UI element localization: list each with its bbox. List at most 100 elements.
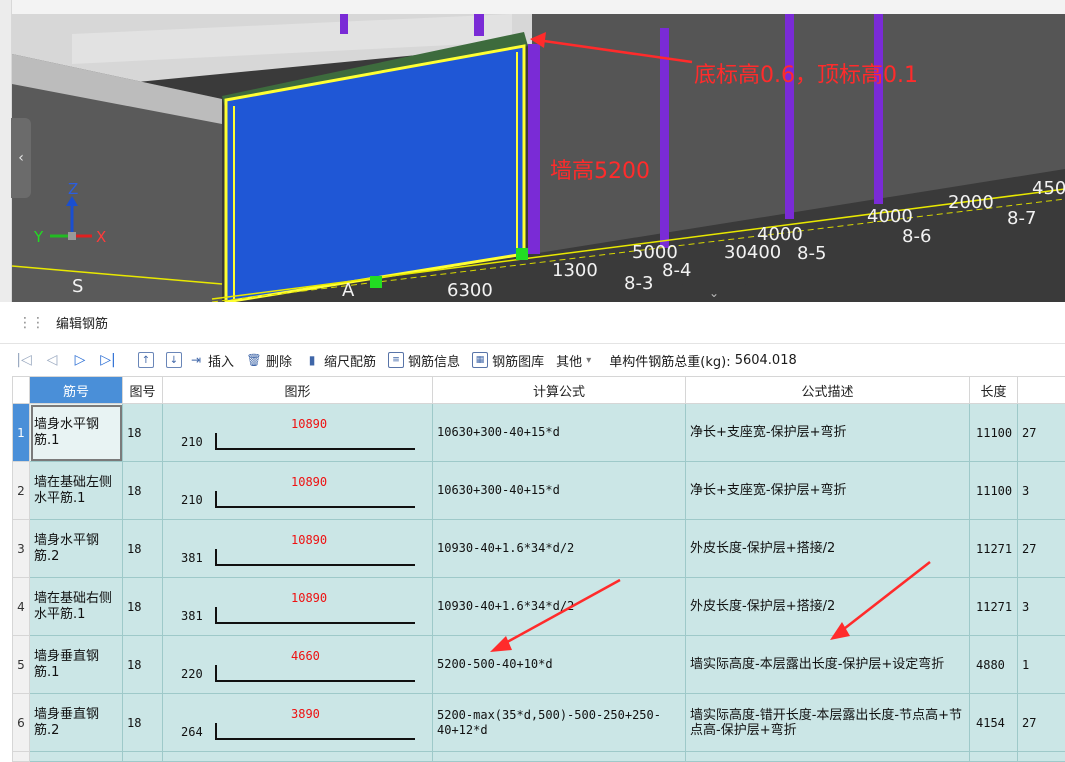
insert-label: 插入 (208, 351, 234, 370)
length-cell[interactable]: 11100 (970, 404, 1018, 462)
count-cell[interactable]: 27 (1018, 694, 1065, 752)
row-number[interactable]: 2 (13, 462, 30, 520)
table-row[interactable]: 1 墙身水平钢筋.1 18 21010890 10630+300-40+15*d… (13, 404, 1065, 462)
formula-cell[interactable]: 10630+300-40+15*d (433, 462, 686, 520)
bar-name-cell[interactable]: 墙在基础右侧水平筋.1 (30, 578, 123, 636)
last-record-button[interactable]: ▷| (94, 352, 122, 368)
insert-button[interactable]: ⇥插入 (188, 351, 234, 370)
next-record-button[interactable]: ▷ (66, 352, 94, 368)
purple-column (528, 44, 540, 254)
shape-cell[interactable]: 38110890 (163, 520, 433, 578)
table-row[interactable]: 2 墙在基础左侧水平筋.1 18 21010890 10630+300-40+1… (13, 462, 1065, 520)
3d-viewport[interactable]: 6300 1300 5000 30400 4000 4000 2000 450 … (0, 0, 1065, 302)
axis-y-label: Y (33, 228, 44, 246)
formula-cell[interactable]: 10930-40+1.6*34*d/2 (433, 578, 686, 636)
dim-label: 450 (1032, 178, 1065, 199)
formula-cell[interactable]: 5200-max(35*d,500)-500-250+250-40+12*d (433, 694, 686, 752)
rebar-info-label: 钢筋信息 (408, 351, 460, 370)
delete-button[interactable]: 🗑删除 (246, 351, 292, 370)
count-cell[interactable]: 1 (1018, 636, 1065, 694)
shape-cell[interactable]: 38110890 (163, 578, 433, 636)
formula-cell[interactable]: 10930-40+1.6*34*d/2 (433, 520, 686, 578)
figure-no-cell[interactable]: 18 (123, 694, 163, 752)
dim-label: 6300 (447, 280, 493, 301)
dim-label: 8-7 (1007, 208, 1036, 229)
length-cell[interactable]: 11271 (970, 578, 1018, 636)
count-cell[interactable]: 3 (1018, 462, 1065, 520)
caret-down-icon: ▾ (586, 355, 591, 366)
length-cell[interactable]: 4880 (970, 636, 1018, 694)
description-cell[interactable]: 净长+支座宽-保护层+弯折 (686, 404, 970, 462)
bar-name-cell[interactable]: 墙身水平钢筋.2 (30, 520, 123, 578)
column-header-count[interactable] (1018, 377, 1065, 404)
count-cell[interactable]: 27 (1018, 520, 1065, 578)
dim-label: 2000 (948, 192, 994, 213)
row-number[interactable]: 6 (13, 694, 30, 752)
move-up-button[interactable]: ↑ (138, 352, 154, 368)
figure-no-cell[interactable]: 18 (123, 520, 163, 578)
figure-no-cell[interactable]: 18 (123, 404, 163, 462)
axis-z-label: Z (68, 180, 78, 198)
scale-rebar-button[interactable]: ▮缩尺配筋 (304, 351, 376, 370)
rebar-library-button[interactable]: ▦钢筋图库 (472, 351, 544, 370)
count-cell[interactable]: 3 (1018, 578, 1065, 636)
description-cell[interactable]: 墙实际高度-错开长度-本层露出长度-节点高+节点高-保护层+弯折 (686, 694, 970, 752)
description-cell[interactable]: 墙实际高度-本层露出长度-保护层+设定弯折 (686, 636, 970, 694)
shape-cell[interactable]: 2643890 (163, 694, 433, 752)
count-cell[interactable]: 27 (1018, 404, 1065, 462)
prev-record-button[interactable]: ◁ (38, 352, 66, 368)
bar-name-cell[interactable]: 墙身垂直钢筋.2 (30, 694, 123, 752)
shape-label: 210 (181, 435, 203, 449)
rebar-shape-drawing (215, 433, 415, 450)
description-cell[interactable]: 外皮长度-保护层+搭接/2 (686, 520, 970, 578)
column-header-figure-no[interactable]: 图号 (123, 377, 163, 404)
row-number[interactable]: 3 (13, 520, 30, 578)
table-row[interactable]: 5 墙身垂直钢筋.1 18 2204660 5200-500-40+10*d 墙… (13, 636, 1065, 694)
shape-cell[interactable]: 2204660 (163, 636, 433, 694)
move-down-button[interactable]: ↓ (166, 352, 182, 368)
collapse-left-panel-button[interactable]: ‹ (11, 118, 31, 198)
expand-panel-tab[interactable]: ⌄ (678, 283, 750, 302)
description-cell[interactable]: 外皮长度-保护层+搭接/2 (686, 578, 970, 636)
length-cell[interactable]: 11100 (970, 462, 1018, 520)
description-cell[interactable]: 净长+支座宽-保护层+弯折 (686, 462, 970, 520)
rebar-shape-drawing (215, 665, 415, 682)
shape-length: 4660 (291, 649, 320, 663)
chevron-down-icon: ⌄ (709, 286, 719, 300)
bar-name-cell[interactable]: 墙在基础左侧水平筋.1 (30, 462, 123, 520)
bar-name-cell[interactable]: 墙身水平钢筋.1 (30, 404, 123, 462)
first-record-button[interactable]: |◁ (10, 352, 38, 368)
column-header-length[interactable]: 长度 (970, 377, 1018, 404)
edit-rebar-panel-header: ⋮⋮ 编辑钢筋 (0, 302, 1065, 344)
length-cell[interactable]: 11271 (970, 520, 1018, 578)
dim-label: 4000 (757, 224, 803, 245)
column-header-formula[interactable]: 计算公式 (433, 377, 686, 404)
total-weight-value: 5604.018 (735, 353, 797, 368)
bar-name-cell[interactable]: 墙身垂直钢筋.1 (30, 636, 123, 694)
3d-model-scene[interactable]: 6300 1300 5000 30400 4000 4000 2000 450 … (12, 14, 1065, 302)
drag-handle-icon[interactable]: ⋮⋮ (18, 315, 44, 331)
dim-label: 1300 (552, 260, 598, 281)
figure-no-cell[interactable]: 18 (123, 578, 163, 636)
row-number[interactable]: 4 (13, 578, 30, 636)
length-cell[interactable]: 4154 (970, 694, 1018, 752)
formula-cell[interactable]: 10630+300-40+15*d (433, 404, 686, 462)
annotation-elevation-text: 底标高0.6，顶标高0.1 (694, 63, 918, 88)
shape-cell[interactable]: 21010890 (163, 462, 433, 520)
column-header-description[interactable]: 公式描述 (686, 377, 970, 404)
rebar-info-button[interactable]: ≡钢筋信息 (388, 351, 460, 370)
row-number[interactable]: 1 (13, 404, 30, 462)
other-dropdown[interactable]: 其他 ▾ (556, 351, 591, 370)
column-header-shape[interactable]: 图形 (163, 377, 433, 404)
figure-no-cell[interactable]: 18 (123, 636, 163, 694)
shape-cell[interactable]: 21010890 (163, 404, 433, 462)
bar-chart-icon: ▮ (304, 352, 320, 368)
row-number[interactable]: 5 (13, 636, 30, 694)
formula-cell[interactable]: 5200-500-40+10*d (433, 636, 686, 694)
table-row[interactable]: 3 墙身水平钢筋.2 18 38110890 10930-40+1.6*34*d… (13, 520, 1065, 578)
column-header-bar-no[interactable]: 筋号 (30, 377, 123, 404)
row-number-header (13, 377, 30, 404)
figure-no-cell[interactable]: 18 (123, 462, 163, 520)
table-row[interactable]: 4 墙在基础右侧水平筋.1 18 38110890 10930-40+1.6*3… (13, 578, 1065, 636)
table-row[interactable]: 6 墙身垂直钢筋.2 18 2643890 5200-max(35*d,500)… (13, 694, 1065, 752)
